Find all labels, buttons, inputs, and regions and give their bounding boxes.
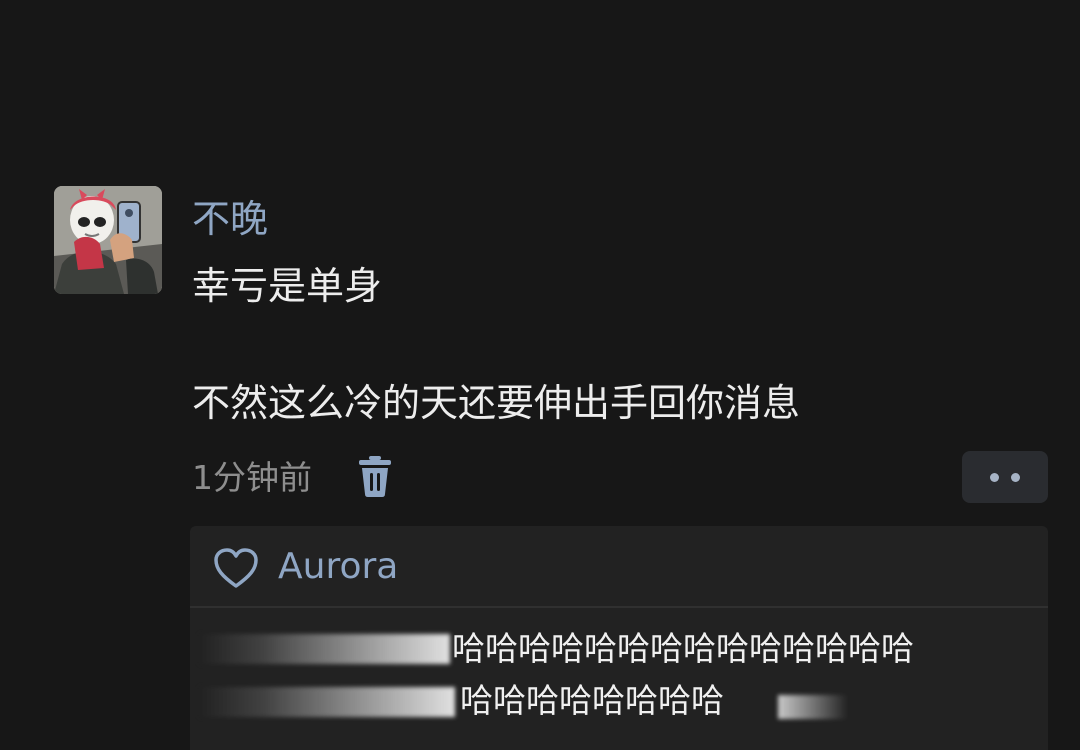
avatar[interactable]	[54, 186, 162, 294]
delete-button[interactable]	[355, 456, 395, 500]
more-options-button[interactable]	[962, 451, 1048, 503]
comment-timestamp: 1分钟前	[192, 458, 312, 497]
comment-text-line-2: 不然这么冷的天还要伸出手回你消息	[192, 381, 801, 425]
more-dots-icon	[990, 472, 999, 482]
avatar-illustration	[54, 186, 162, 294]
redacted-username	[200, 634, 450, 664]
comment-text-line-1: 幸亏是单身	[192, 264, 383, 308]
comment-screen: 不晚 幸亏是单身 不然这么冷的天还要伸出手回你消息 1分钟前 Aurora 哈哈…	[0, 0, 1080, 750]
redacted-username	[200, 687, 455, 717]
divider	[190, 606, 1048, 608]
like-row: Aurora	[190, 526, 1048, 606]
more-dots-icon	[1011, 472, 1020, 482]
heart-icon[interactable]	[212, 546, 260, 590]
trash-icon	[359, 456, 391, 497]
reply-text-line-2: 哈哈哈哈哈哈哈哈	[460, 681, 724, 720]
comment-username[interactable]: 不晚	[192, 193, 268, 245]
reply-text-line-1: 哈哈哈哈哈哈哈哈哈哈哈哈哈哈	[452, 629, 914, 668]
redacted-text	[778, 695, 848, 719]
reply-panel: Aurora 哈哈哈哈哈哈哈哈哈哈哈哈哈哈 哈哈哈哈哈哈哈哈	[190, 526, 1048, 750]
liked-by-username[interactable]: Aurora	[278, 542, 398, 592]
